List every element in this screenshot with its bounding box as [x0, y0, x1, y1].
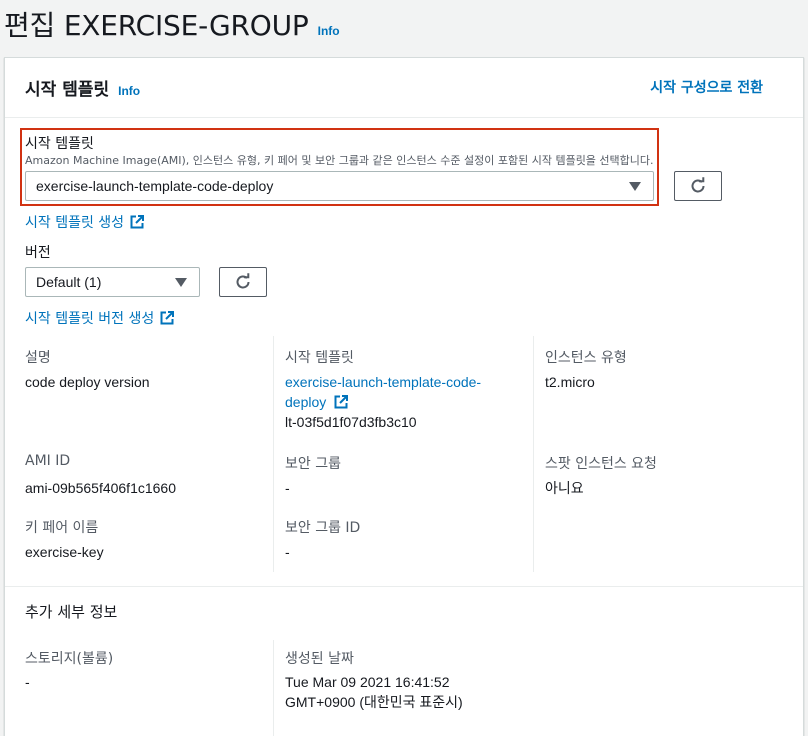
page-info-link[interactable]: Info [318, 24, 340, 38]
panel-title-group: 시작 템플릿 Info [25, 75, 140, 100]
description-label: 설명 [25, 350, 51, 366]
instance-type-label: 인스턴스 유형 [545, 350, 627, 366]
panel-title: 시작 템플릿 [25, 80, 110, 100]
key-pair-value: exercise-key [25, 544, 104, 560]
created-date-label: 생성된 날짜 [285, 651, 354, 667]
external-link-icon [160, 311, 175, 325]
storage-value: - [25, 674, 30, 690]
create-launch-template-label: 시작 템플릿 생성 [25, 215, 125, 231]
version-select[interactable]: Default (1) [25, 267, 200, 297]
launch-template-refresh-button[interactable] [674, 171, 722, 201]
launch-template-description: Amazon Machine Image(AMI), 인스턴스 유형, 키 페어… [25, 154, 654, 167]
version-label: 버전 [25, 245, 51, 261]
panel-header: 시작 템플릿 Info 시작 구성으로 전환 [5, 58, 803, 118]
created-date-line2: GMT+0900 (대한민국 표준시) [285, 694, 463, 710]
instance-type-value: t2.micro [545, 374, 595, 390]
page-title: 편집 EXERCISE-GROUP [4, 9, 309, 42]
security-group-ids-value: - [285, 544, 290, 560]
caret-down-icon [629, 182, 641, 191]
security-groups-value: - [285, 480, 290, 496]
spot-request-label: 스팟 인스턴스 요청 [545, 456, 657, 472]
section-divider [5, 586, 803, 587]
create-launch-template-link[interactable]: 시작 템플릿 생성 [25, 212, 145, 232]
column-divider [273, 640, 274, 736]
external-link-icon [334, 395, 349, 409]
launch-template-label: 시작 템플릿 [25, 136, 94, 152]
create-version-label: 시작 템플릿 버전 생성 [25, 311, 155, 327]
security-group-ids-label: 보안 그룹 ID [285, 520, 361, 536]
column-divider [273, 336, 274, 572]
launch-template-link-line1: exercise-launch-template-code- [285, 374, 482, 390]
switch-to-launch-config-link[interactable]: 시작 구성으로 전환 [650, 77, 763, 97]
storage-label: 스토리지(볼륨) [25, 651, 114, 667]
launch-template-link-line2: deploy [285, 394, 327, 410]
launch-template-select-value: exercise-launch-template-code-deploy [36, 178, 274, 194]
create-version-link[interactable]: 시작 템플릿 버전 생성 [25, 308, 175, 328]
launch-template-panel: 시작 템플릿 Info 시작 구성으로 전환 시작 템플릿 Amazon Mac… [4, 57, 804, 736]
created-date-value: Tue Mar 09 2021 16:41:52 GMT+0900 (대한민국 … [285, 672, 463, 712]
external-link-icon [130, 215, 145, 229]
ami-id-label: AMI ID [25, 453, 71, 469]
ami-id-value: ami-09b565f406f1c1660 [25, 480, 177, 496]
key-pair-label: 키 페어 이름 [25, 520, 99, 536]
spot-request-value: 아니요 [545, 480, 584, 496]
panel-info-link[interactable]: Info [118, 84, 140, 98]
additional-details-title: 추가 세부 정보 [25, 603, 118, 621]
column-divider [533, 336, 534, 572]
created-date-line1: Tue Mar 09 2021 16:41:52 [285, 674, 450, 690]
launch-template-id: lt-03f5d1f07d3fb3c10 [285, 414, 417, 430]
page-header: 편집 EXERCISE-GROUP Info [4, 4, 340, 44]
version-refresh-button[interactable] [219, 267, 267, 297]
launch-template-detail-link[interactable]: exercise-launch-template-code- deploy [285, 372, 515, 412]
launch-template-detail-label: 시작 템플릿 [285, 350, 354, 366]
launch-template-select[interactable]: exercise-launch-template-code-deploy [25, 171, 654, 201]
refresh-icon [691, 177, 705, 193]
refresh-icon [236, 273, 250, 289]
security-groups-label: 보안 그룹 [285, 456, 341, 472]
version-select-value: Default (1) [36, 274, 102, 290]
caret-down-icon [175, 278, 187, 287]
description-value: code deploy version [25, 374, 150, 390]
